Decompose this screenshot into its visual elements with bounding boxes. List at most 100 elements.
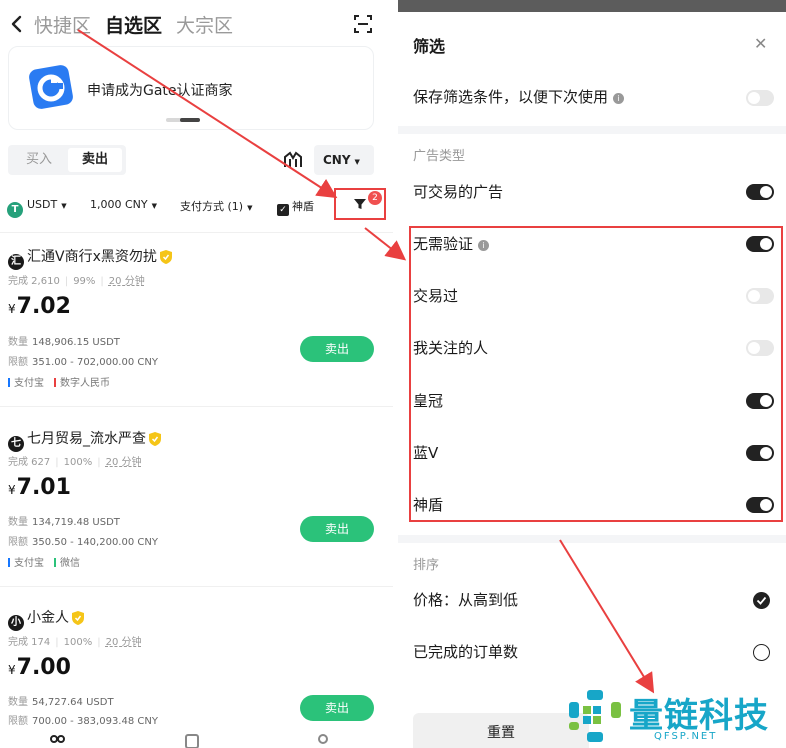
coin-filter-label: USDT bbox=[27, 198, 58, 211]
ad-price: ¥7.00 bbox=[8, 655, 71, 680]
sell-button[interactable]: 卖出 bbox=[300, 336, 374, 362]
separator: | bbox=[97, 637, 101, 648]
stat-time: 20 分钟 bbox=[108, 276, 145, 287]
merchant-stats: 完成 627 | 100% | 20 分钟 bbox=[8, 453, 142, 468]
avatar: 七 bbox=[8, 436, 24, 452]
merchant-name[interactable]: 小小金人 bbox=[8, 607, 84, 631]
shield-badge-icon bbox=[149, 432, 161, 446]
merchant-stats: 完成 2,610 | 99% | 20 分钟 bbox=[8, 272, 145, 287]
tradeable-ads-label: 可交易的广告 bbox=[413, 183, 504, 201]
watermark: 量链科技 QFSP.NET bbox=[563, 686, 786, 748]
banner-text: 申请成为Gate认证商家 bbox=[87, 83, 233, 99]
ad-limit: 限额 700.00 - 383,093.48 CNY bbox=[8, 712, 158, 727]
merchant-name[interactable]: 汇汇通V商行x黑资勿扰 bbox=[8, 246, 172, 270]
info-icon[interactable]: i bbox=[613, 93, 625, 104]
coin-filter[interactable]: T USDT ▼ bbox=[7, 198, 67, 218]
scan-icon[interactable] bbox=[353, 14, 373, 34]
tab-quick[interactable]: 快捷区 bbox=[34, 11, 91, 38]
screenshot-root: 快捷区 自选区 大宗区 申请成为Gate认证商家 买入 卖出 CNY ▼ T U… bbox=[0, 0, 786, 748]
stat-rate: 100% bbox=[63, 457, 93, 468]
payment-filter[interactable]: 支付方式 (1) ▼ bbox=[180, 198, 252, 214]
stat-completed: 完成 627 bbox=[8, 457, 51, 468]
payment-filter-label: 支付方式 (1) bbox=[180, 200, 244, 213]
back-arrow-icon[interactable] bbox=[8, 12, 26, 36]
merchant-name-text: 七月贸易_流水严查 bbox=[27, 431, 146, 447]
sort-price-row[interactable]: 价格：从高到低 bbox=[413, 588, 773, 612]
watermark-title: 量链科技 bbox=[629, 696, 769, 736]
tab-bulk[interactable]: 大宗区 bbox=[176, 11, 233, 38]
radio-unchecked-icon[interactable] bbox=[753, 644, 770, 661]
avatar: 汇 bbox=[8, 254, 24, 270]
filter-button[interactable]: 2 bbox=[334, 188, 386, 220]
chevron-down-icon: ▼ bbox=[151, 202, 158, 210]
sell-tab[interactable]: 卖出 bbox=[68, 148, 122, 172]
market-tab-icon[interactable] bbox=[48, 734, 66, 748]
tradeable-ads-toggle[interactable] bbox=[746, 184, 774, 200]
divider bbox=[398, 535, 786, 543]
buy-tab[interactable]: 买入 bbox=[12, 148, 66, 172]
currency-symbol: ¥ bbox=[8, 663, 16, 677]
save-filter-row: 保存筛选条件，以便下次使用 i bbox=[413, 85, 773, 109]
market-chart-icon[interactable] bbox=[282, 149, 304, 171]
sell-button[interactable]: 卖出 bbox=[300, 516, 374, 542]
merchant-name-text: 小金人 bbox=[27, 610, 69, 626]
shield-checkbox-label: 神盾 bbox=[292, 200, 314, 213]
buy-sell-switch: 买入 卖出 bbox=[8, 145, 126, 175]
divider bbox=[0, 586, 393, 587]
alipay-mark bbox=[8, 558, 10, 567]
quantity-value: 148,906.15 USDT bbox=[32, 337, 120, 348]
quantity-label: 数量 bbox=[8, 697, 28, 708]
limit-label: 限额 bbox=[8, 716, 28, 727]
gate-logo-icon bbox=[29, 65, 73, 109]
quantity-value: 134,719.48 USDT bbox=[32, 517, 120, 528]
separator: | bbox=[64, 276, 69, 287]
currency-select[interactable]: CNY ▼ bbox=[314, 145, 374, 175]
limit-value: 351.00 - 702,000.00 CNY bbox=[32, 357, 158, 368]
currency-symbol: ¥ bbox=[8, 302, 16, 316]
chevron-down-icon: ▼ bbox=[247, 204, 253, 212]
sell-button[interactable]: 卖出 bbox=[300, 695, 374, 721]
merchant-name[interactable]: 七七月贸易_流水严查 bbox=[8, 428, 161, 452]
stat-time: 20 分钟 bbox=[105, 637, 142, 648]
stat-time: 20 分钟 bbox=[105, 457, 142, 468]
stat-rate: 100% bbox=[63, 637, 93, 648]
checkbox-checked-icon: ✓ bbox=[277, 204, 289, 216]
payment-method: 数字人民币 bbox=[60, 378, 110, 389]
merchant-name-text: 汇通V商行x黑资勿扰 bbox=[27, 249, 157, 265]
tab-custom[interactable]: 自选区 bbox=[105, 11, 162, 38]
close-icon[interactable]: ✕ bbox=[754, 34, 767, 53]
payment-method: 支付宝 bbox=[14, 558, 44, 569]
p2p-market-panel: 快捷区 自选区 大宗区 申请成为Gate认证商家 买入 卖出 CNY ▼ T U… bbox=[0, 0, 393, 748]
chevron-down-icon: ▼ bbox=[61, 202, 67, 210]
ad-payment-methods: 支付宝 数字人民币 bbox=[8, 374, 110, 389]
radio-checked-icon[interactable] bbox=[753, 592, 770, 609]
usdt-icon: T bbox=[7, 202, 23, 218]
limit-value: 350.50 - 140,200.00 CNY bbox=[32, 537, 158, 548]
price-value: 7.02 bbox=[16, 294, 71, 319]
separator: | bbox=[97, 457, 101, 468]
shield-checkbox[interactable]: ✓ 神盾 bbox=[277, 198, 314, 216]
ad-quantity: 数量 148,906.15 USDT bbox=[8, 333, 120, 348]
top-nav: 快捷区 自选区 大宗区 bbox=[0, 0, 393, 48]
dimmed-backdrop bbox=[398, 0, 786, 12]
chevron-down-icon: ▼ bbox=[354, 158, 360, 166]
divider bbox=[398, 126, 786, 134]
ad-limit: 限额 350.50 - 140,200.00 CNY bbox=[8, 533, 158, 548]
amount-filter-label: 1,000 CNY bbox=[90, 198, 148, 211]
profile-tab-icon[interactable] bbox=[316, 734, 330, 748]
sort-section-label: 排序 bbox=[413, 558, 440, 573]
orders-tab-icon[interactable] bbox=[184, 734, 200, 748]
stat-completed: 完成 174 bbox=[8, 637, 51, 648]
divider bbox=[0, 232, 393, 233]
alipay-mark bbox=[8, 378, 10, 387]
separator: | bbox=[100, 276, 104, 287]
sort-price-label: 价格：从高到低 bbox=[413, 591, 519, 609]
limit-label: 限额 bbox=[8, 537, 28, 548]
ad-limit: 限额 351.00 - 702,000.00 CNY bbox=[8, 353, 158, 368]
save-filter-toggle[interactable] bbox=[746, 90, 774, 106]
sort-orders-row[interactable]: 已完成的订单数 bbox=[413, 640, 773, 664]
amount-filter[interactable]: 1,000 CNY ▼ bbox=[90, 198, 157, 211]
funnel-icon bbox=[354, 199, 366, 209]
ad-price: ¥7.02 bbox=[8, 294, 71, 319]
save-filter-label: 保存筛选条件，以便下次使用 bbox=[413, 88, 609, 106]
